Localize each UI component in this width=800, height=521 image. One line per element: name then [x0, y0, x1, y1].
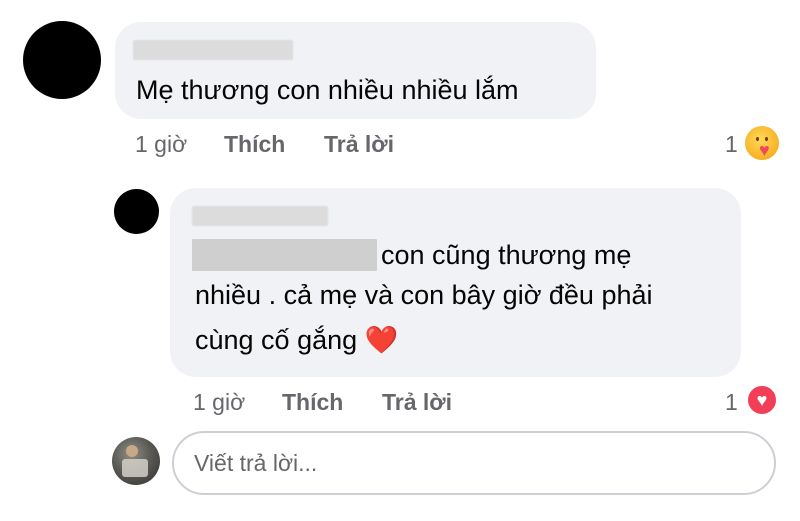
- comment-text: Mẹ thương con nhiều nhiều lắm: [136, 75, 519, 105]
- commenter-name-redacted[interactable]: [133, 40, 293, 60]
- comment-reply-button[interactable]: Trả lời: [324, 131, 394, 158]
- reply-text-line3-words: cùng cố gắng: [195, 325, 358, 355]
- avatar-photo-detail: [126, 445, 138, 457]
- reply-text-line2: nhiều . cả mẹ và con bây giờ đều phải: [195, 280, 653, 310]
- reply-like-button[interactable]: Thích: [282, 389, 343, 416]
- comment-time[interactable]: 1 giờ: [135, 131, 187, 158]
- replier-avatar[interactable]: [114, 189, 159, 234]
- reply-text-line3: cùng cố gắng ❤️: [195, 321, 398, 360]
- care-heart-icon: ♥: [759, 140, 770, 160]
- reply-reply-button[interactable]: Trả lời: [382, 389, 452, 416]
- comment-reaction-count[interactable]: 1: [725, 131, 738, 158]
- care-reaction-icon[interactable]: ♥: [745, 126, 779, 160]
- love-heart-icon: ♥: [756, 390, 768, 410]
- avatar-photo-detail: [122, 459, 148, 477]
- red-heart-emoji: ❤️: [364, 325, 399, 355]
- reply-reaction-count[interactable]: 1: [725, 389, 738, 416]
- reply-time[interactable]: 1 giờ: [193, 389, 245, 416]
- reply-bubble: con cũng thương mẹ nhiều . cả mẹ và con …: [170, 188, 741, 377]
- love-reaction-icon[interactable]: ♥: [746, 384, 778, 416]
- reply-text-line1: con cũng thương mẹ: [381, 240, 632, 270]
- commenter-avatar[interactable]: [23, 21, 101, 99]
- comment-bubble: Mẹ thương con nhiều nhiều lắm: [115, 22, 596, 119]
- reply-input[interactable]: [172, 431, 776, 495]
- current-user-avatar[interactable]: [112, 437, 160, 485]
- comment-like-button[interactable]: Thích: [224, 131, 285, 158]
- replier-name-redacted[interactable]: [192, 206, 328, 226]
- reply-text-redacted: [192, 239, 377, 271]
